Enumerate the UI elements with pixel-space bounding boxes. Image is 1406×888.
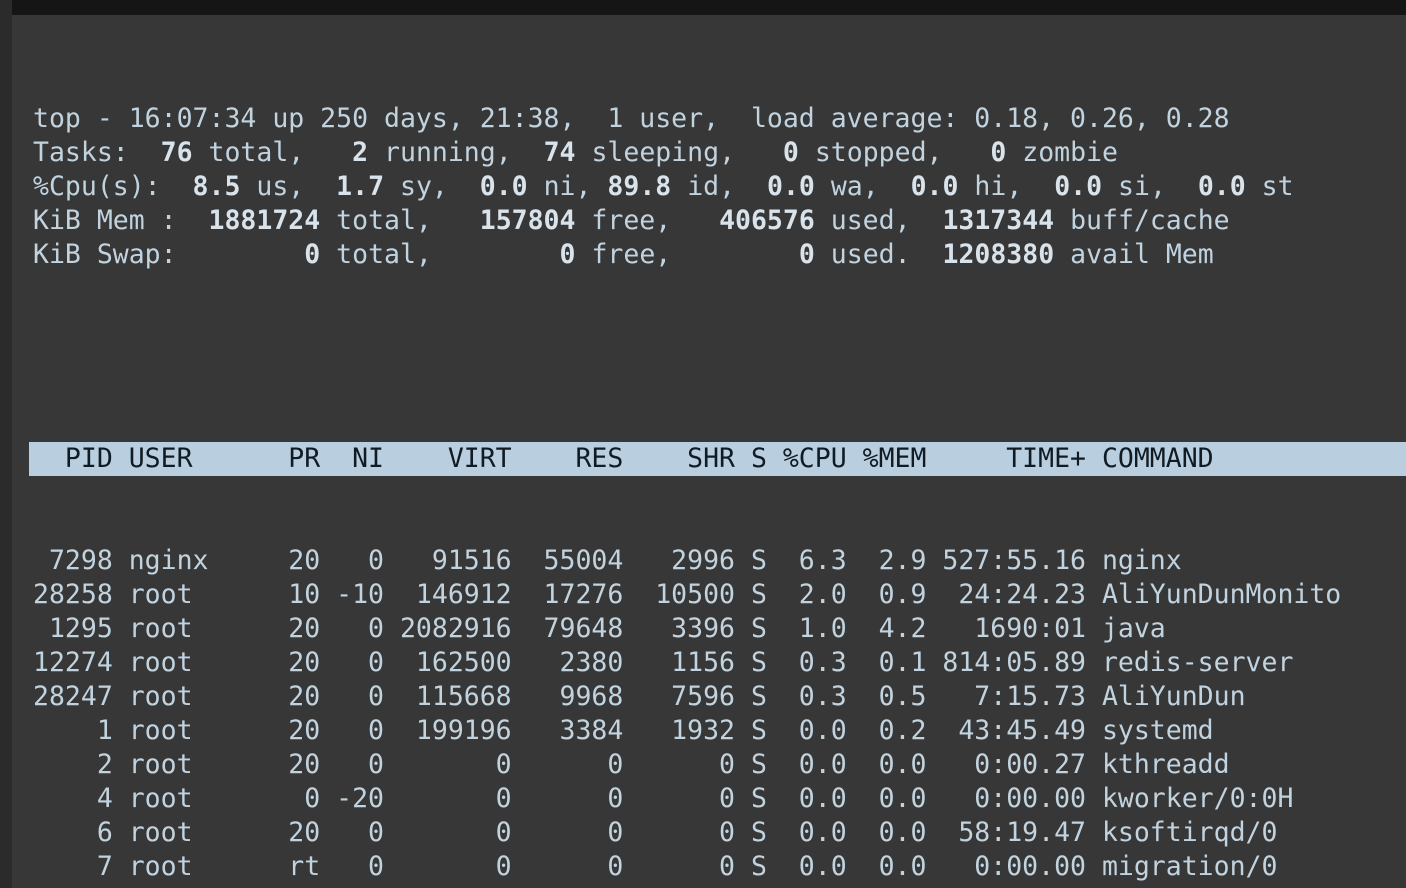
terminal-screen: top - 16:07:34 up 250 days, 21:38, 1 use… [0,0,1406,888]
process-row-1: 1 root 20 0 199196 3384 1932 S 0.0 0.2 4… [33,714,1406,748]
cpu-line: %Cpu(s): 8.5 us, 1.7 sy, 0.0 ni, 89.8 id… [33,170,1406,204]
top-command-output[interactable]: top - 16:07:34 up 250 days, 21:38, 1 use… [12,15,1406,888]
window-top-bar [12,0,1406,15]
tasks-line: Tasks: 76 total, 2 running, 74 sleeping,… [33,136,1406,170]
uptime-line: top - 16:07:34 up 250 days, 21:38, 1 use… [33,102,1406,136]
process-row-6: 6 root 20 0 0 0 0 S 0.0 0.0 58:19.47 kso… [33,816,1406,850]
swap-line: KiB Swap: 0 total, 0 free, 0 used. 12083… [33,238,1406,272]
process-row-7298: 7298 nginx 20 0 91516 55004 2996 S 6.3 2… [33,544,1406,578]
process-table-header[interactable]: PID USER PR NI VIRT RES SHR S %CPU %MEM … [29,442,1406,476]
process-row-2: 2 root 20 0 0 0 0 S 0.0 0.0 0:00.27 kthr… [33,748,1406,782]
process-row-28258: 28258 root 10 -10 146912 17276 10500 S 2… [33,578,1406,612]
terminal-left-edge [0,0,12,888]
message-line [33,340,1406,374]
process-row-28247: 28247 root 20 0 115668 9968 7596 S 0.3 0… [33,680,1406,714]
process-row-1295: 1295 root 20 0 2082916 79648 3396 S 1.0 … [33,612,1406,646]
process-row-12274: 12274 root 20 0 162500 2380 1156 S 0.3 0… [33,646,1406,680]
process-row-4: 4 root 0 -20 0 0 0 S 0.0 0.0 0:00.00 kwo… [33,782,1406,816]
process-table-rows: 7298 nginx 20 0 91516 55004 2996 S 6.3 2… [33,544,1406,888]
mem-line: KiB Mem : 1881724 total, 157804 free, 40… [33,204,1406,238]
process-row-7: 7 root rt 0 0 0 0 S 0.0 0.0 0:00.00 migr… [33,850,1406,884]
process-row-8: 8 root 20 0 0 0 0 S 0.0 0.0 0:00.00 rcu_… [33,884,1406,888]
summary-section: top - 16:07:34 up 250 days, 21:38, 1 use… [33,102,1406,272]
